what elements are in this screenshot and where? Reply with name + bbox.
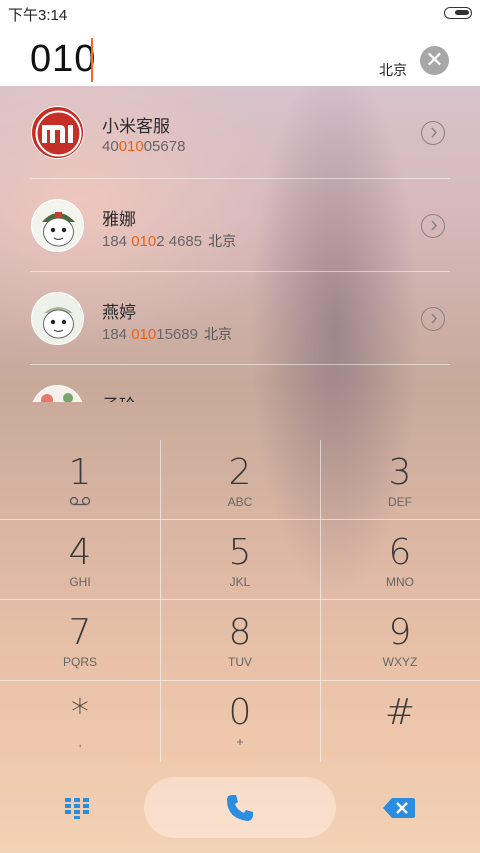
dialpad-toggle-button[interactable]	[62, 796, 92, 820]
key-digit: 5	[228, 532, 252, 573]
key-2[interactable]: 2 ABC	[160, 440, 320, 520]
key-9[interactable]: 9 WXYZ	[320, 600, 480, 680]
key-letters: WXYZ	[382, 655, 418, 669]
key-letters: ,	[78, 735, 82, 749]
status-time: 下午3:14	[8, 7, 68, 24]
mi-logo-icon	[32, 107, 83, 158]
key-6[interactable]: 6 MNO	[320, 520, 480, 600]
contact-row[interactable]: 燕婷 184 01015689 北京	[0, 272, 480, 365]
key-letters: ABC	[227, 495, 253, 509]
key-digit: 9	[388, 612, 412, 653]
chevron-right-icon	[430, 220, 437, 231]
key-letters: TUV	[228, 655, 252, 669]
contact-name: 燕婷	[102, 303, 136, 323]
key-hash[interactable]: #	[320, 680, 480, 760]
key-star[interactable]: * ,	[0, 680, 160, 760]
contact-avatar	[31, 385, 84, 402]
key-letters: GHI	[69, 575, 91, 589]
clear-input-button[interactable]: ✕	[420, 46, 449, 75]
dialer-action-bar	[0, 762, 480, 853]
status-bar: 下午3:14	[0, 0, 480, 26]
key-digit: 6	[388, 532, 412, 573]
key-letters: MNO	[386, 575, 414, 589]
contact-row[interactable]: 小米客服 4001005678	[0, 86, 480, 179]
text-caret	[91, 38, 93, 82]
key-3[interactable]: 3 DEF	[320, 440, 480, 520]
phone-icon	[227, 795, 253, 821]
contact-location: 北京	[203, 327, 232, 343]
contact-name: 小米客服	[102, 117, 170, 137]
key-letters: PQRS	[62, 655, 97, 669]
mitu-avatar-icon	[32, 200, 83, 251]
contact-row[interactable]: 子玲	[0, 365, 480, 402]
key-digit: 2	[228, 452, 252, 493]
backspace-icon	[383, 798, 415, 818]
chevron-right-icon	[430, 127, 437, 138]
key-letters: +	[236, 735, 244, 749]
contact-name: 雅娜	[102, 210, 136, 230]
contact-number: 184 0102 4685 北京	[102, 233, 237, 250]
contact-detail-button[interactable]	[421, 214, 445, 238]
contact-number: 4001005678	[102, 138, 186, 155]
dialed-number-input[interactable]: 010	[30, 38, 96, 81]
mitu-avatar-icon	[32, 293, 83, 344]
key-8[interactable]: 8 TUV	[160, 600, 320, 680]
number-location-label: 北京	[379, 63, 407, 79]
key-digit: 1	[68, 452, 92, 493]
key-7[interactable]: 7 PQRS	[0, 600, 160, 680]
key-digit: 3	[388, 452, 412, 493]
close-icon: ✕	[425, 48, 444, 73]
contact-name: 子玲	[102, 391, 136, 402]
contact-location: 北京	[208, 234, 237, 250]
contact-avatar	[31, 292, 84, 345]
key-letters: DEF	[388, 495, 412, 509]
contact-row[interactable]: 雅娜 184 0102 4685 北京	[0, 179, 480, 272]
dial-keypad: 1 2 ABC 3 DEF 4 GHI 5 JKL 6 MNO 7 PQRS 8…	[0, 440, 480, 762]
contact-avatar	[31, 106, 84, 159]
voicemail-icon	[0, 494, 160, 510]
key-digit: 7	[68, 612, 92, 653]
key-digit: 4	[68, 532, 92, 573]
key-digit: #	[384, 692, 416, 733]
backspace-button[interactable]	[382, 796, 416, 820]
chevron-right-icon	[430, 313, 437, 324]
key-digit: 8	[228, 612, 252, 653]
floral-avatar-icon	[32, 386, 83, 402]
key-5[interactable]: 5 JKL	[160, 520, 320, 600]
contact-number: 184 01015689 北京	[102, 326, 232, 343]
contact-avatar	[31, 199, 84, 252]
contact-results-list: 小米客服 4001005678 雅娜 184 0102 4685 北京 燕婷 1…	[0, 86, 480, 402]
key-letters: JKL	[229, 575, 251, 589]
key-0[interactable]: 0 +	[160, 680, 320, 760]
contact-detail-button[interactable]	[421, 121, 445, 145]
call-button[interactable]	[144, 777, 336, 838]
dialpad-grid-icon	[65, 798, 89, 819]
battery-icon	[444, 7, 472, 19]
key-1[interactable]: 1	[0, 440, 160, 520]
key-4[interactable]: 4 GHI	[0, 520, 160, 600]
key-digit: *	[71, 692, 89, 733]
dial-input-bar: 010 北京 ✕	[0, 26, 480, 86]
contact-detail-button[interactable]	[421, 307, 445, 331]
key-digit: 0	[228, 692, 252, 733]
